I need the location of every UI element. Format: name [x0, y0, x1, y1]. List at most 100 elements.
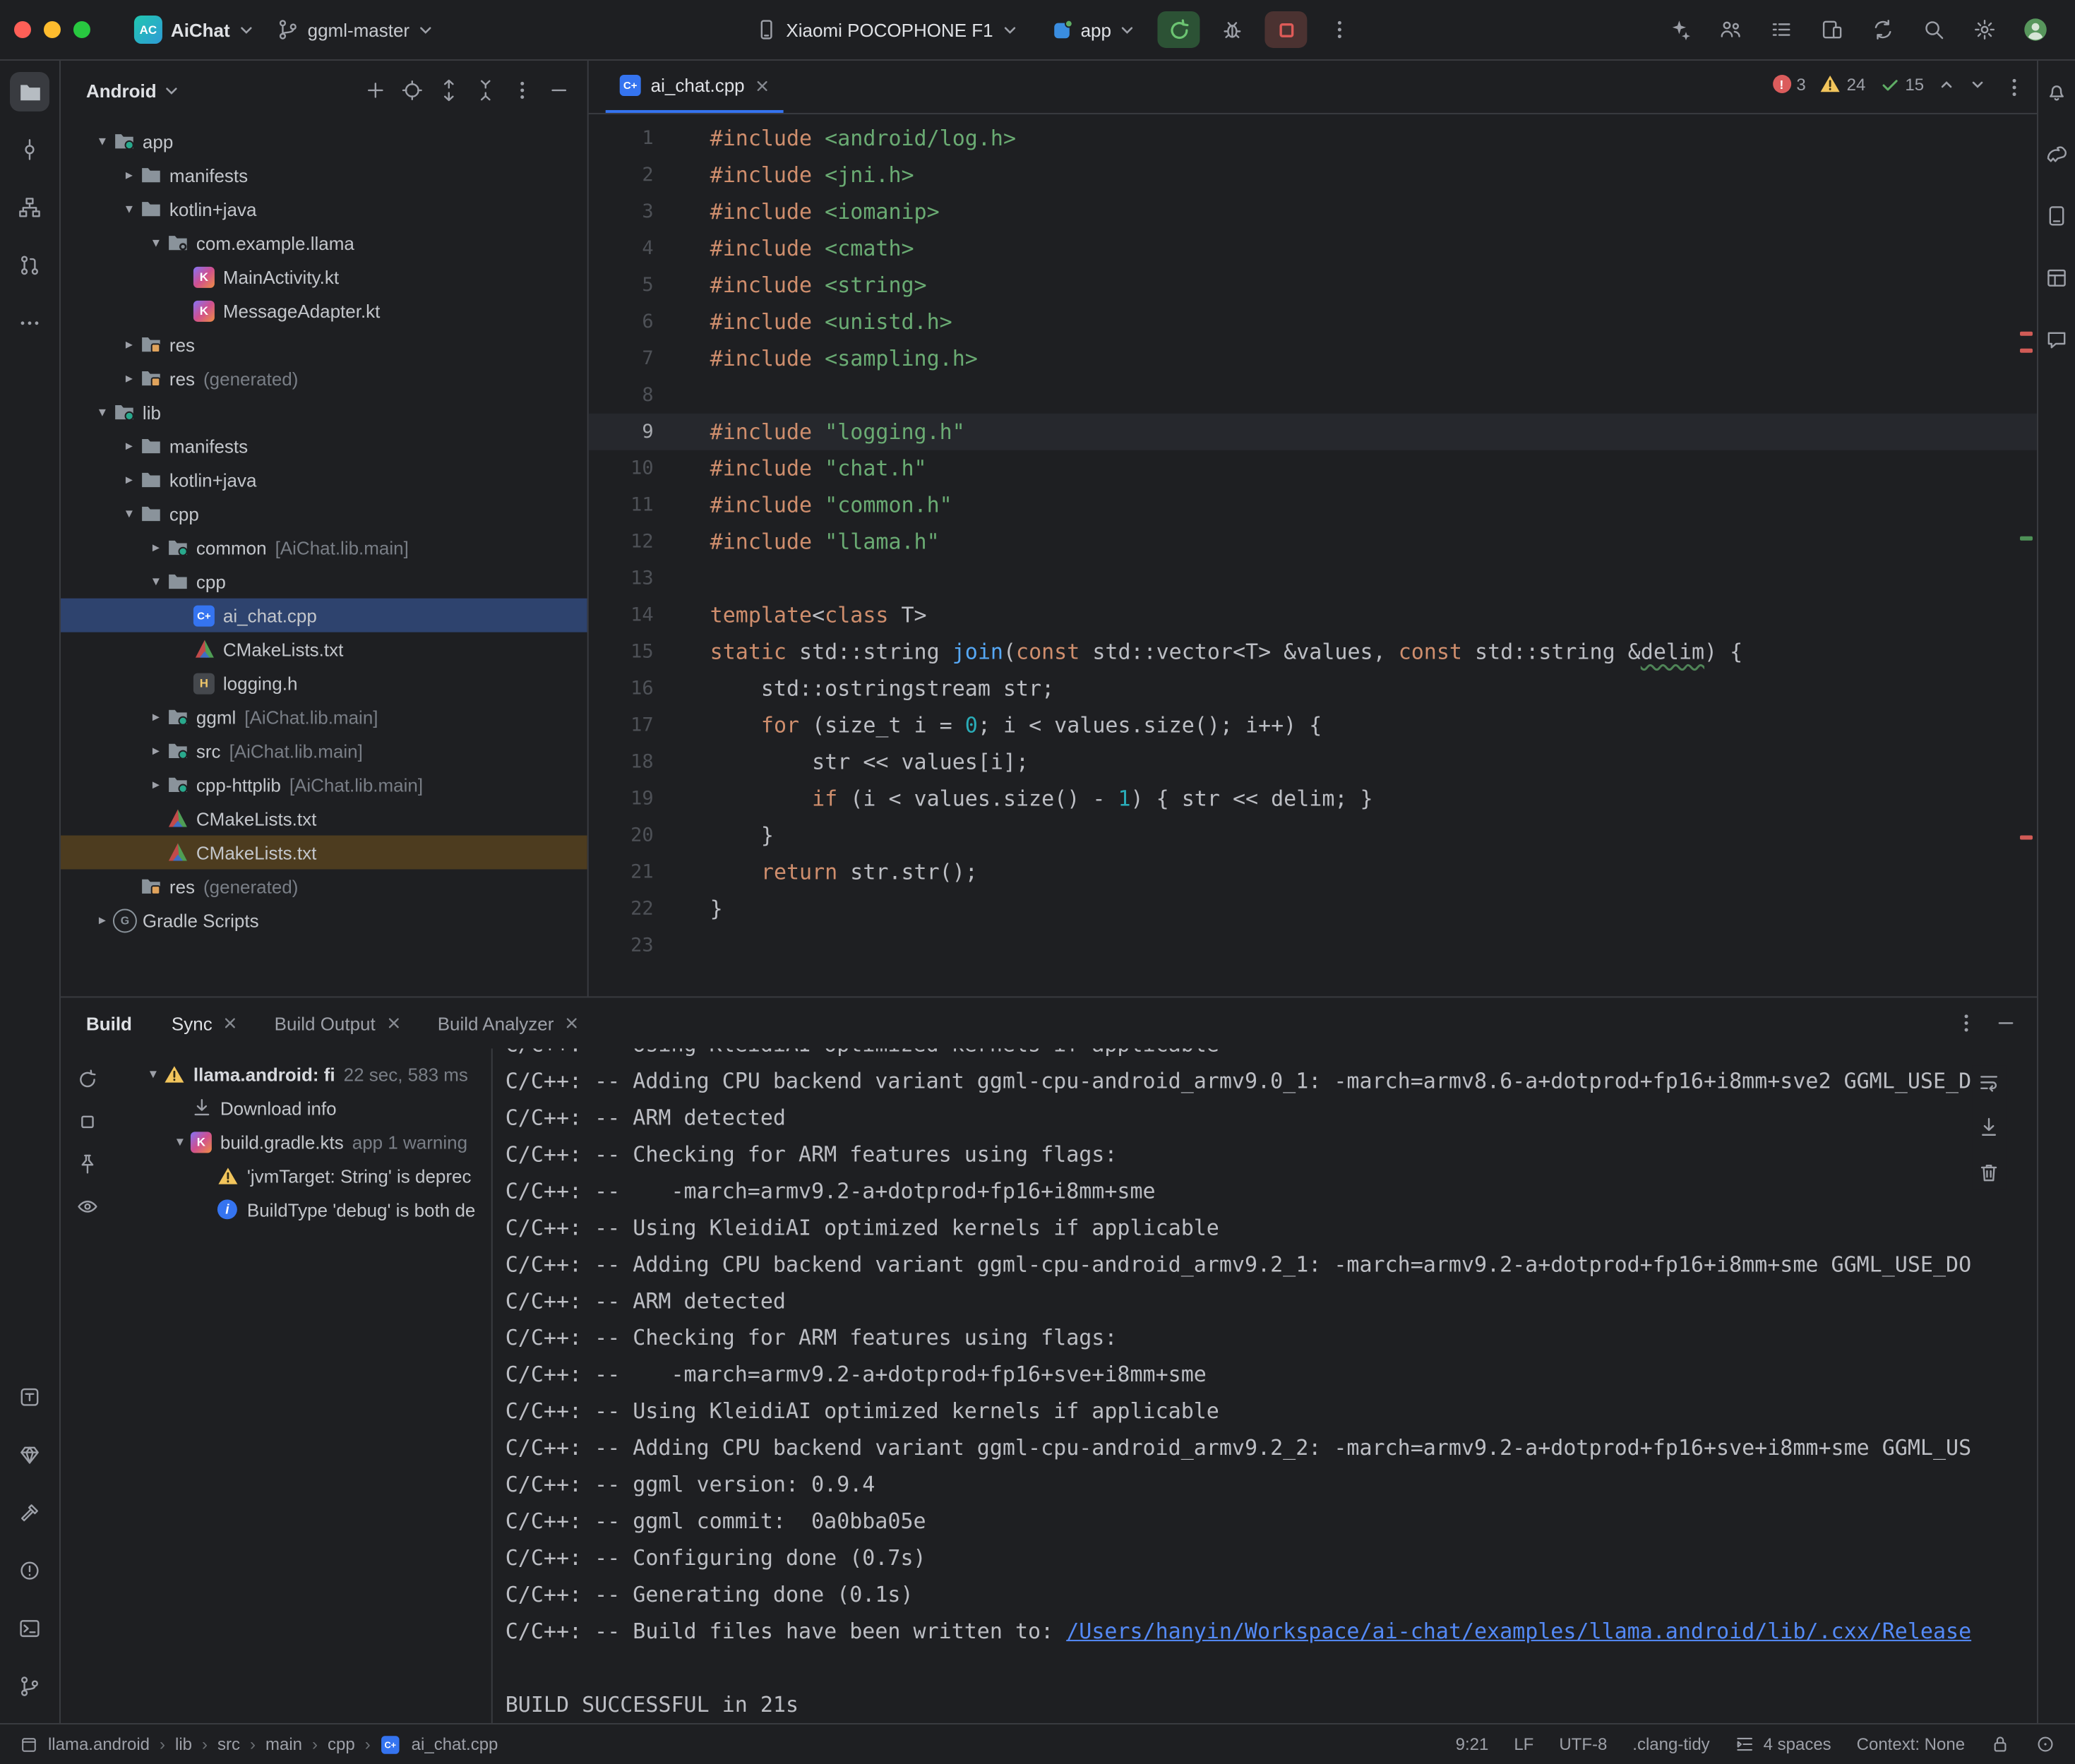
tree-item-logging-h[interactable]: Hlogging.h	[61, 666, 587, 700]
chevron-collapsed-icon[interactable]: ▸	[119, 371, 140, 386]
code-line-16[interactable]: 16 std::ostringstream str;	[589, 671, 2037, 707]
close-icon[interactable]	[387, 1016, 401, 1030]
stop-build-icon[interactable]	[71, 1105, 104, 1139]
chevron-expanded-icon[interactable]: ▾	[145, 235, 167, 251]
tree-item-res[interactable]: res(generated)	[61, 870, 587, 904]
code-line-3[interactable]: 3#include <iomanip>	[589, 193, 2037, 230]
tree-item-res[interactable]: ▸res	[61, 328, 587, 361]
editor-tab-ai-chat-cpp[interactable]: C+ ai_chat.cpp	[606, 61, 783, 113]
pull-requests-icon[interactable]	[10, 246, 49, 285]
code-line-17[interactable]: 17 for (size_t i = 0; i < values.size();…	[589, 707, 2037, 744]
ai-assistant-icon[interactable]	[1660, 10, 1699, 49]
tree-item-kotlin-java[interactable]: ▾kotlin+java	[61, 192, 587, 226]
search-everywhere-icon[interactable]	[1914, 10, 1954, 49]
tree-item-cmakelists-txt[interactable]: CMakeLists.txt	[61, 802, 587, 836]
project-view-selector[interactable]: Android	[86, 80, 157, 101]
file-encoding[interactable]: UTF-8	[1559, 1734, 1607, 1754]
code-line-12[interactable]: 12#include "llama.h"	[589, 524, 2037, 560]
app-quality-insights-icon[interactable]	[10, 1435, 49, 1475]
error-stripe-mark[interactable]	[2020, 332, 2033, 336]
soft-wrap-icon[interactable]	[1972, 1065, 2006, 1099]
build-tab-sync[interactable]: Sync	[172, 1012, 238, 1033]
logcat-icon[interactable]	[10, 1377, 49, 1417]
tree-item-cmakelists-txt[interactable]: CMakeLists.txt	[61, 632, 587, 666]
expand-all-icon[interactable]	[432, 73, 466, 107]
user-avatar-icon[interactable]	[2016, 10, 2055, 49]
tree-item-lib[interactable]: ▾lib	[61, 395, 587, 429]
problems-icon[interactable]	[10, 1551, 49, 1590]
layout-inspector-icon[interactable]	[2040, 261, 2074, 295]
passed-count[interactable]: 15	[1879, 74, 1924, 94]
tree-item-src[interactable]: ▸src[AiChat.lib.main]	[61, 734, 587, 768]
code-line-23[interactable]: 23	[589, 927, 2037, 964]
stop-app-button[interactable]	[1265, 11, 1308, 48]
chevron-collapsed-icon[interactable]: ▸	[119, 337, 140, 352]
breadcrumb-item-ai-chat-cpp[interactable]: ai_chat.cpp	[412, 1734, 498, 1754]
chevron-collapsed-icon[interactable]: ▸	[145, 743, 167, 759]
chevron-collapsed-icon[interactable]: ▸	[92, 912, 113, 928]
lock-icon[interactable]	[1990, 1734, 2010, 1754]
code-line-7[interactable]: 7#include <sampling.h>	[589, 340, 2037, 377]
tree-item-common[interactable]: ▸common[AiChat.lib.main]	[61, 531, 587, 565]
chevron-collapsed-icon[interactable]: ▸	[119, 167, 140, 183]
build-console[interactable]: C/C++: -- Using KleidiAI optimized kerne…	[493, 1048, 2037, 1723]
code-line-4[interactable]: 4#include <cmath>	[589, 230, 2037, 267]
close-icon[interactable]	[565, 1016, 579, 1030]
code-editor[interactable]: 1#include <android/log.h>2#include <jni.…	[589, 114, 2037, 997]
terminal-icon[interactable]	[10, 1609, 49, 1648]
run-configuration-selector[interactable]: app	[1040, 15, 1147, 44]
breadcrumb-item-cpp[interactable]: cpp	[328, 1734, 355, 1754]
code-line-20[interactable]: 20 }	[589, 817, 2037, 854]
tree-item-llama-android-fi[interactable]: ▾llama.android: fi22 sec, 583 ms	[114, 1057, 491, 1091]
caret-position[interactable]: 9:21	[1456, 1734, 1489, 1754]
code-line-21[interactable]: 21 return str.str();	[589, 854, 2037, 891]
macos-minimize-button[interactable]	[44, 21, 61, 38]
next-problem-icon[interactable]	[1969, 76, 1986, 92]
code-line-2[interactable]: 2#include <jni.h>	[589, 157, 2037, 193]
settings-icon[interactable]	[1965, 10, 2004, 49]
more-tools-icon[interactable]	[10, 304, 49, 343]
code-line-19[interactable]: 19 if (i < values.size() - 1) { str << d…	[589, 781, 2037, 817]
error-stripe-mark[interactable]	[2020, 836, 2033, 840]
debug-app-button[interactable]	[1212, 11, 1254, 48]
editor-more-options-icon[interactable]	[2003, 76, 2026, 98]
tree-item-ggml[interactable]: ▸ggml[AiChat.lib.main]	[61, 700, 587, 734]
vcs-branch-selector[interactable]: ggml-master	[265, 14, 445, 45]
inspections-widget[interactable]: ! 3 24 15	[1772, 73, 1986, 95]
assistant-icon[interactable]	[2040, 323, 2074, 357]
run-more-options-button[interactable]	[1319, 11, 1361, 48]
gradle-icon[interactable]	[2040, 137, 2074, 171]
tree-item-manifests[interactable]: ▸manifests	[61, 429, 587, 463]
plus-icon[interactable]	[359, 73, 393, 107]
tree-item-cpp-httplib[interactable]: ▸cpp-httplib[AiChat.lib.main]	[61, 768, 587, 802]
tree-item-mainactivity-kt[interactable]: KMainActivity.kt	[61, 260, 587, 294]
build-tool-icon[interactable]	[10, 1493, 49, 1532]
chevron-collapsed-icon[interactable]: ▸	[145, 540, 167, 556]
build-tab-build-output[interactable]: Build Output	[275, 1012, 401, 1033]
more-options-icon[interactable]	[506, 73, 539, 107]
chevron-expanded-icon[interactable]: ▾	[92, 404, 113, 420]
breadcrumb-item-lib[interactable]: lib	[175, 1734, 192, 1754]
notifications-balloon-icon[interactable]	[2035, 1734, 2055, 1754]
code-line-14[interactable]: 14template<class T>	[589, 597, 2037, 634]
code-line-22[interactable]: 22}	[589, 890, 2037, 927]
context-indicator[interactable]: Context: None	[1857, 1734, 1965, 1754]
indent-setting[interactable]: 4 spaces	[1735, 1734, 1831, 1754]
tree-item-build-gradle-kts[interactable]: ▾Kbuild.gradle.ktsapp 1 warning	[114, 1124, 491, 1158]
code-line-6[interactable]: 6#include <unistd.h>	[589, 304, 2037, 340]
breadcrumb-item-llama-android[interactable]: llama.android	[48, 1734, 150, 1754]
notifications-icon[interactable]	[2040, 75, 2074, 109]
tree-item-cmakelists-txt[interactable]: CMakeLists.txt	[61, 836, 587, 870]
chevron-collapsed-icon[interactable]: ▸	[145, 777, 167, 793]
device-manager-icon[interactable]	[1812, 10, 1852, 49]
tree-item-cpp[interactable]: ▾cpp	[61, 497, 587, 531]
hide-panel-icon[interactable]	[1989, 1006, 2023, 1040]
tree-item-buildtype-debug-is-both-de[interactable]: iBuildType 'debug' is both de	[114, 1192, 491, 1226]
close-icon[interactable]	[755, 78, 769, 92]
locate-file-icon[interactable]	[395, 73, 429, 107]
code-line-10[interactable]: 10#include "chat.h"	[589, 450, 2037, 487]
warning-count[interactable]: 24	[1820, 73, 1866, 95]
chevron-expanded-icon[interactable]: ▾	[92, 133, 113, 149]
chevron-collapsed-icon[interactable]: ▸	[119, 438, 140, 454]
clang-tidy-widget[interactable]: .clang-tidy	[1632, 1734, 1709, 1754]
